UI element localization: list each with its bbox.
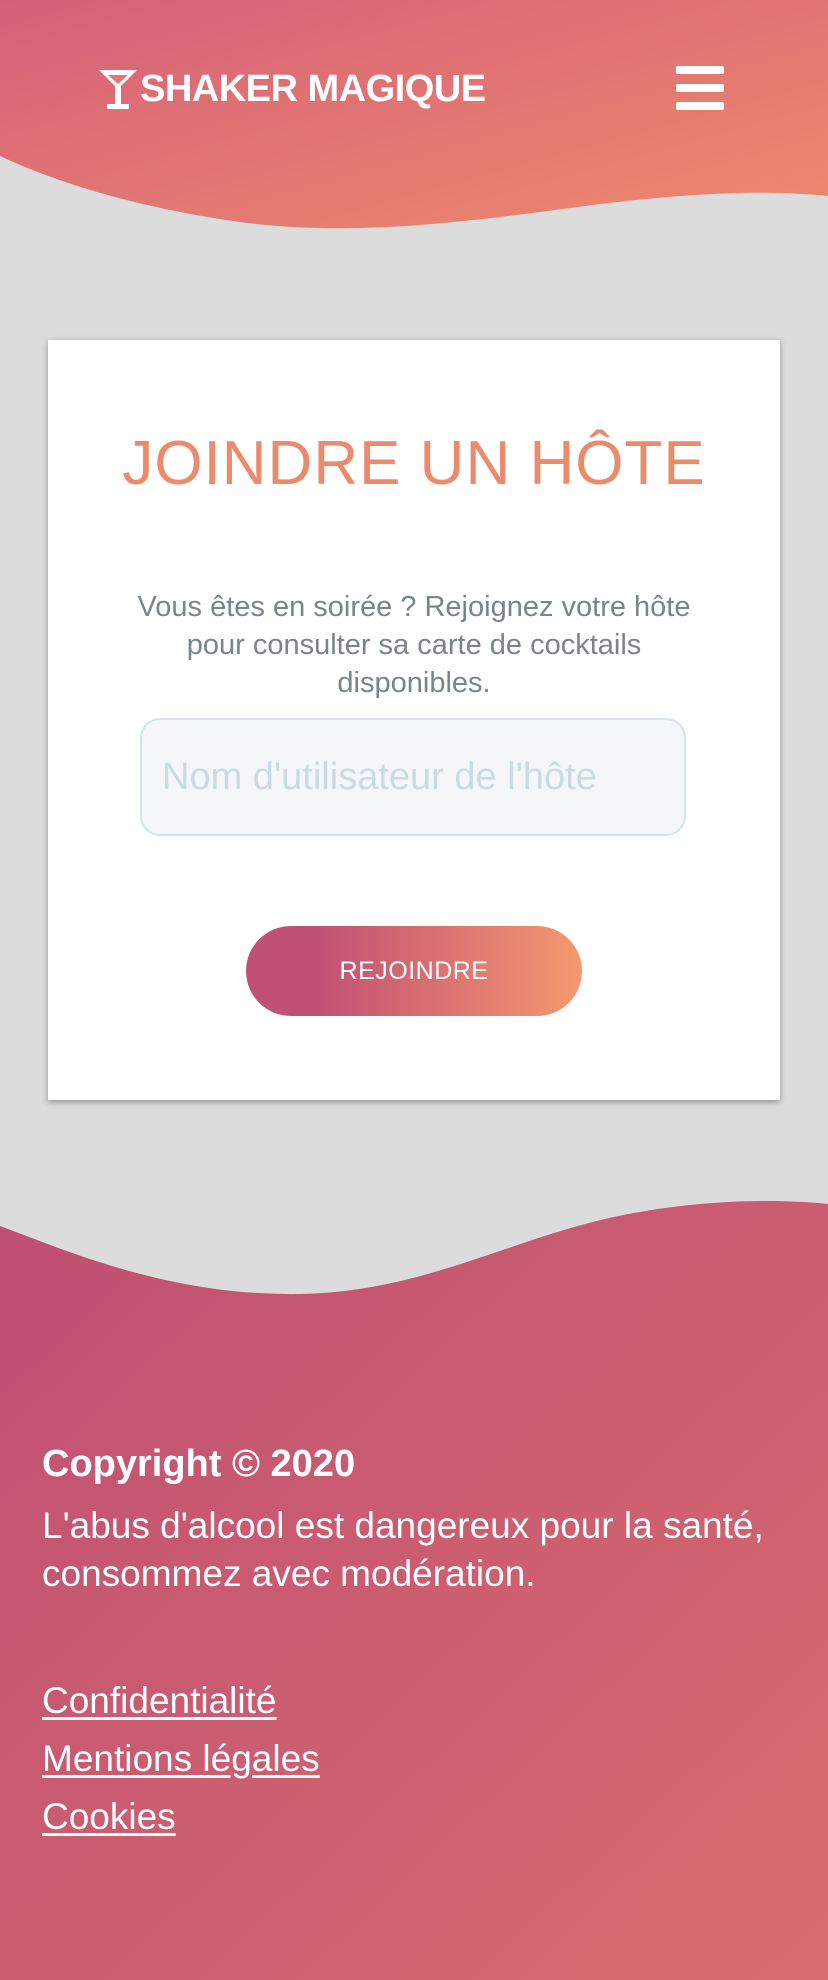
- menu-bar: [676, 66, 724, 74]
- site-header: SHAKER MAGIQUE: [0, 0, 828, 240]
- alcohol-disclaimer: L'abus d'alcool est dangereux pour la sa…: [42, 1505, 764, 1594]
- privacy-link[interactable]: Confidentialité: [42, 1672, 802, 1730]
- hamburger-menu-icon[interactable]: [672, 64, 728, 112]
- footer-links: Confidentialité Mentions légales Cookies: [42, 1672, 802, 1846]
- host-username-input[interactable]: [140, 718, 686, 836]
- header-wave-background: [0, 0, 828, 229]
- page-title: JOINDRE UN HÔTE: [122, 429, 706, 498]
- join-description: Vous êtes en soirée ? Rejoignez votre hô…: [137, 591, 691, 699]
- site-footer: Copyright © 2020 L'abus d'alcool est dan…: [0, 1190, 828, 1980]
- brand-logo[interactable]: SHAKER MAGIQUE: [98, 64, 486, 114]
- footer-content: Copyright © 2020 L'abus d'alcool est dan…: [42, 1440, 802, 1846]
- cocktail-glass-icon: [99, 70, 137, 109]
- legal-notice-link[interactable]: Mentions légales: [42, 1730, 802, 1788]
- menu-bar: [676, 102, 724, 110]
- cookies-link[interactable]: Cookies: [42, 1788, 802, 1846]
- brand-name: SHAKER MAGIQUE: [140, 67, 486, 110]
- copyright-text: Copyright © 2020: [42, 1443, 356, 1485]
- join-button[interactable]: REJOINDRE: [246, 926, 582, 1016]
- join-host-card: JOINDRE UN HÔTE Vous êtes en soirée ? Re…: [48, 340, 780, 1100]
- menu-bar: [676, 84, 724, 92]
